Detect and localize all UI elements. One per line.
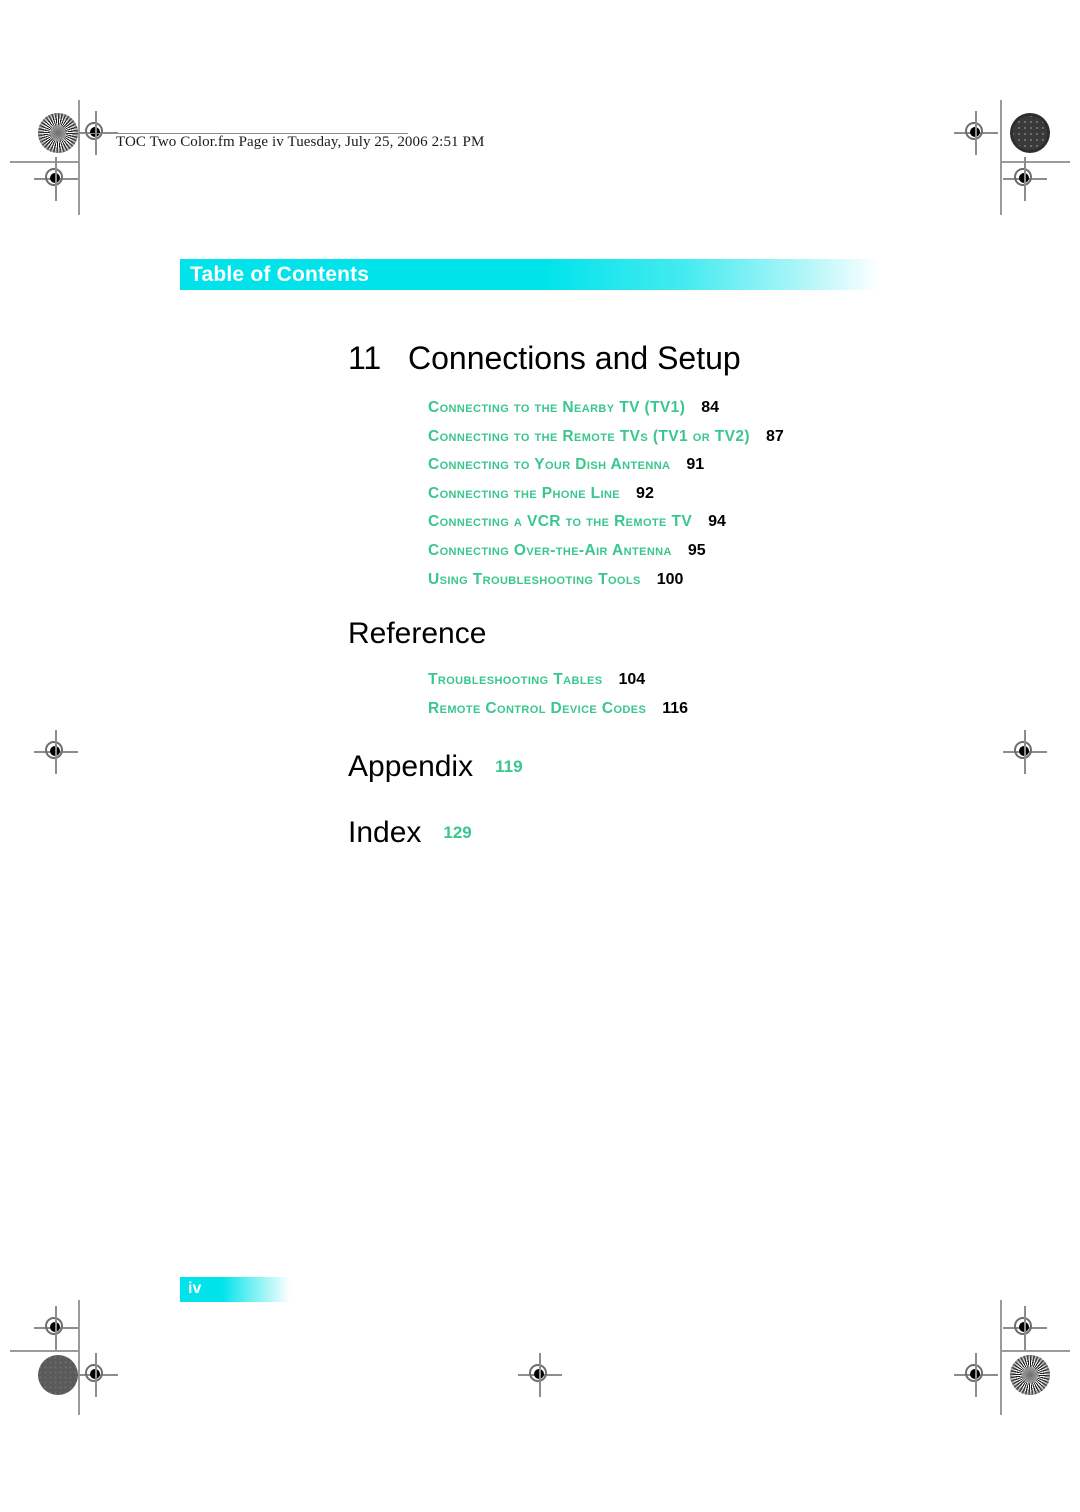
toc-entry-page: 100: [656, 570, 684, 588]
chapter-number: 11: [348, 340, 382, 376]
chapter-entry-list: Connecting to the Nearby TV (TV1) 84 Conn…: [428, 394, 784, 594]
toc-entry-page: 94: [708, 513, 726, 531]
table-of-contents-banner: Table of Contents: [180, 259, 880, 290]
toc-entry-title: Using Troubleshooting Tools: [428, 570, 641, 588]
reference-heading: Reference: [348, 617, 486, 651]
appendix-heading[interactable]: Appendix 119: [348, 750, 523, 784]
toc-entry-title: Connecting to the Remote TVs (TV1 or TV2…: [428, 427, 750, 445]
toc-entry[interactable]: Remote Control Device Codes 116: [428, 695, 688, 724]
toc-entry-title: Connecting a VCR to the Remote TV: [428, 513, 693, 531]
page-content: Table of Contents 11 Connections and Setu…: [0, 0, 1080, 1512]
toc-entry-title: Remote Control Device Codes: [428, 699, 647, 717]
toc-entry[interactable]: Connecting a VCR to the Remote TV 94: [428, 508, 784, 537]
toc-entry-title: Troubleshooting Tables: [428, 671, 603, 688]
toc-entry-page: 104: [618, 671, 646, 688]
toc-entry[interactable]: Connecting the Phone Line 92: [428, 480, 784, 509]
chapter-heading: 11 Connections and Setup: [348, 340, 741, 377]
toc-entry-title: Connecting to the Nearby TV (TV1): [428, 399, 686, 416]
toc-entry-page: 84: [701, 399, 720, 416]
appendix-page: 119: [495, 757, 523, 776]
toc-entry-page: 87: [765, 427, 784, 445]
page-folio: iv: [188, 1280, 202, 1297]
toc-entry[interactable]: Connecting to the Nearby TV (TV1) 84: [428, 394, 784, 423]
toc-entry[interactable]: Using Troubleshooting Tools 100: [428, 566, 784, 595]
toc-entry-title: Connecting the Phone Line: [428, 484, 621, 502]
toc-entry[interactable]: Connecting to the Remote TVs (TV1 or TV2…: [428, 423, 784, 452]
banner-title: Table of Contents: [190, 263, 370, 286]
reference-title: Reference: [348, 617, 487, 650]
appendix-title: Appendix: [348, 750, 474, 783]
toc-entry-title: Connecting to Your Dish Antenna: [428, 456, 671, 474]
reference-entry-list: Troubleshooting Tables 104 Remote Control…: [428, 666, 688, 723]
toc-entry[interactable]: Connecting to Your Dish Antenna 91: [428, 451, 784, 480]
index-title: Index: [348, 816, 422, 849]
index-page: 129: [443, 823, 472, 842]
toc-entry[interactable]: Troubleshooting Tables 104: [428, 666, 688, 695]
toc-entry-page: 116: [662, 699, 689, 717]
toc-entry-page: 91: [686, 456, 705, 474]
footer-folio-bar: iv: [180, 1277, 290, 1302]
chapter-title: Connections and Setup: [408, 340, 741, 376]
toc-entry-page: 95: [687, 541, 706, 559]
index-heading[interactable]: Index 129: [348, 816, 472, 850]
toc-entry-page: 92: [636, 484, 654, 502]
toc-entry-title: Connecting Over-the-Air Antenna: [428, 541, 672, 559]
toc-entry[interactable]: Connecting Over-the-Air Antenna 95: [428, 537, 784, 566]
